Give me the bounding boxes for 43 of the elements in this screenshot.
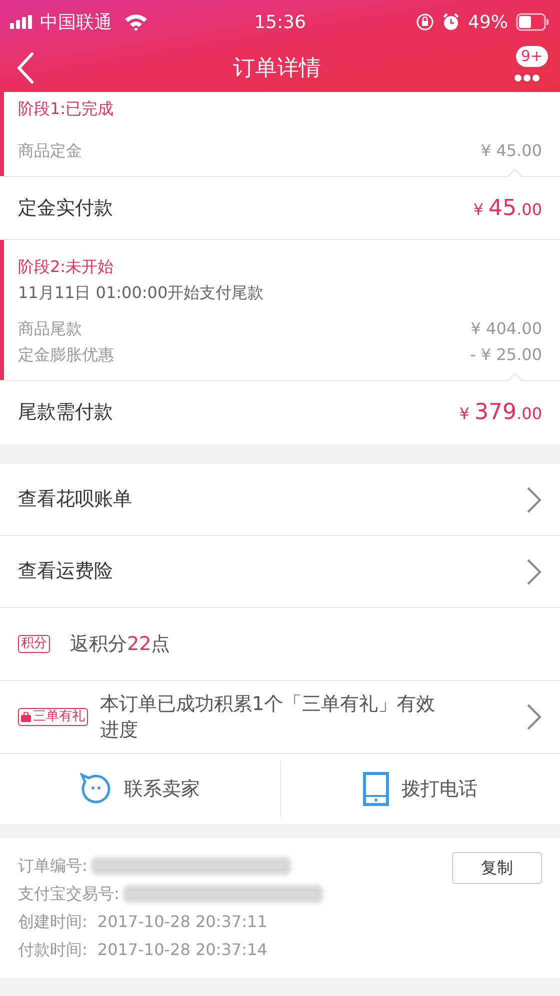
stage-note: 11月11日 01:00:00开始支付尾款 bbox=[18, 282, 265, 304]
wifi-icon bbox=[124, 13, 148, 31]
list-link[interactable]: 查看运费险 bbox=[0, 536, 560, 608]
action-button[interactable]: 拨打电话 bbox=[280, 761, 560, 817]
price-label: 商品尾款 bbox=[18, 318, 82, 340]
promo-tag: 三单有礼 bbox=[18, 708, 88, 726]
total-label: 尾款需付款 bbox=[18, 400, 113, 426]
action-button[interactable]: 联系卖家 bbox=[0, 761, 280, 817]
phone-icon bbox=[363, 772, 390, 806]
bag-icon bbox=[21, 712, 31, 722]
copy-button[interactable]: 复制 bbox=[452, 852, 542, 884]
carrier-name: 中国联通 bbox=[40, 10, 112, 34]
nav-title: 订单详情 bbox=[232, 54, 322, 82]
stage-title: 阶段2:未开始 bbox=[18, 256, 115, 278]
rotation-lock-icon bbox=[416, 13, 434, 31]
info-label: 订单编号: bbox=[18, 855, 88, 877]
chat-bubble-icon bbox=[80, 773, 112, 805]
info-value: 2017-10-28 20:37:14 bbox=[97, 939, 268, 961]
price-label: 商品定金 bbox=[18, 140, 82, 162]
status-time: 15:36 bbox=[253, 10, 307, 34]
price-amount: ¥ 45.00 bbox=[480, 140, 542, 162]
notification-badge: 9+ bbox=[516, 46, 548, 67]
battery-icon bbox=[516, 13, 550, 31]
more-dots-icon bbox=[514, 74, 540, 82]
info-label: 创建时间: bbox=[18, 911, 88, 933]
points-tag: 积分 bbox=[18, 635, 50, 653]
list-link[interactable]: 查看花呗账单 bbox=[0, 464, 560, 536]
info-label: 支付宝交易号: bbox=[18, 883, 120, 905]
price-label: 定金膨胀优惠 bbox=[18, 344, 114, 366]
info-label: 付款时间: bbox=[18, 939, 88, 961]
alarm-icon bbox=[442, 13, 460, 31]
price-amount: - ¥ 25.00 bbox=[470, 344, 542, 366]
price-amount: ¥ 404.00 bbox=[470, 318, 542, 340]
info-value: 2017-10-28 20:37:11 bbox=[97, 911, 268, 933]
chevron-right-icon bbox=[526, 558, 542, 586]
stage-title: 阶段1:已完成 bbox=[18, 98, 115, 120]
total-label: 定金实付款 bbox=[18, 196, 113, 221]
total-amount: ¥ 379.00 bbox=[459, 399, 542, 427]
points-text: 返积分22点 bbox=[70, 632, 170, 657]
chevron-right-icon bbox=[526, 486, 542, 514]
chevron-right-icon bbox=[526, 703, 542, 731]
battery-percent: 49% bbox=[468, 10, 508, 34]
total-amount: ¥ 45.00 bbox=[473, 194, 542, 222]
